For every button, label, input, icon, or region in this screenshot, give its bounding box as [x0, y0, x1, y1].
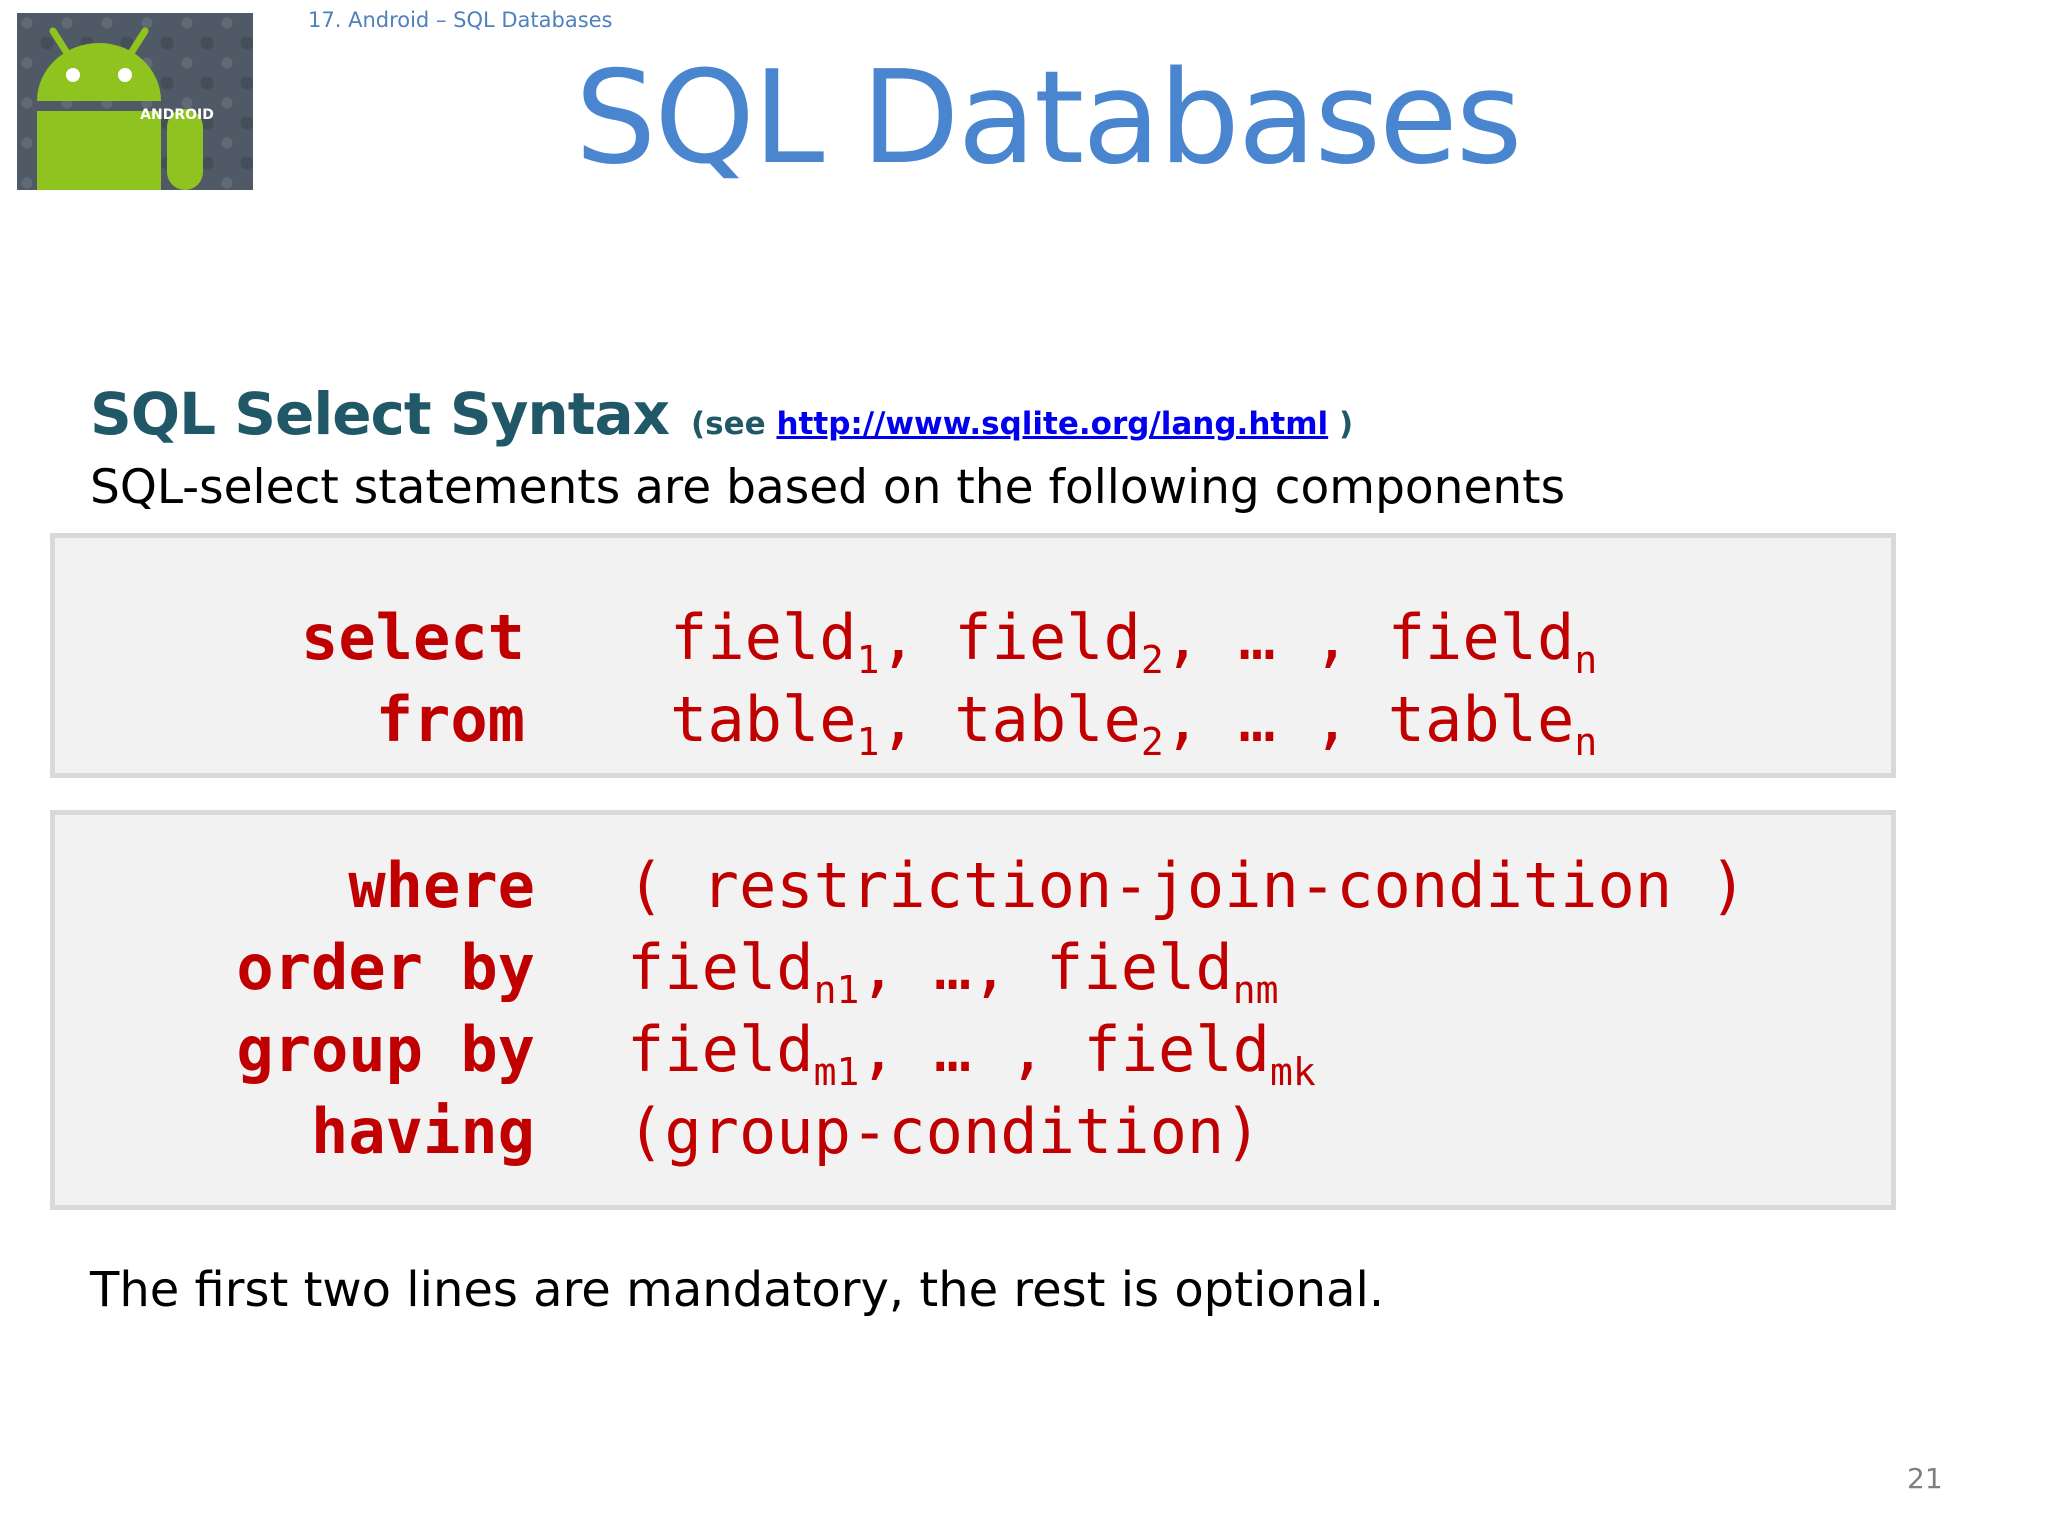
- sql-term: table: [954, 683, 1141, 756]
- sql-separator: , …,: [859, 931, 1047, 1004]
- sql-clause-args: table1, table2, … , tablen: [670, 679, 1597, 761]
- sql-keyword: order by: [236, 931, 535, 1004]
- section-title: SQL Select Syntax: [90, 380, 670, 448]
- sql-term-subscript: 1: [856, 720, 880, 764]
- see-suffix: ): [1338, 406, 1354, 442]
- sql-term-subscript: 1: [856, 638, 880, 682]
- sql-term: field: [1046, 931, 1233, 1004]
- sql-term: table: [1387, 683, 1575, 756]
- sql-clause-args: fieldn1, …, fieldnm: [627, 927, 1278, 1009]
- sql-term: field: [670, 601, 857, 674]
- sql-keyword: group by: [236, 1013, 535, 1086]
- sql-term-subscript: n1: [813, 968, 860, 1012]
- intro-text: SQL-select statements are based on the f…: [90, 460, 1566, 515]
- sql-keyword: having: [311, 1095, 535, 1168]
- sql-term: (group-condition): [627, 1095, 1262, 1168]
- sql-clause-args: ( restriction-join-condition ): [627, 845, 1747, 927]
- android-logo: ANDROID: [17, 13, 253, 190]
- sql-term: ( restriction-join-condition ): [627, 849, 1747, 922]
- section-heading: SQL Select Syntax (see http://www.sqlite.…: [90, 380, 1353, 448]
- sqlite-docs-link[interactable]: http://www.sqlite.org/lang.html: [776, 406, 1328, 442]
- sql-keyword: select: [301, 601, 525, 674]
- sql-term-subscript: n: [1574, 638, 1598, 682]
- sql-term: field: [1083, 1013, 1271, 1086]
- sql-term-subscript: mk: [1270, 1050, 1316, 1094]
- android-wordmark: ANDROID: [140, 107, 214, 123]
- sql-term: field: [954, 601, 1141, 674]
- sql-term: field: [627, 1013, 814, 1086]
- sql-term: table: [670, 683, 857, 756]
- page-number: 21: [1907, 1462, 1943, 1495]
- sql-term-subscript: nm: [1232, 968, 1279, 1012]
- see-prefix: (see: [691, 406, 766, 442]
- sql-clause-args: field1, field2, … , fieldn: [670, 597, 1597, 679]
- sql-term-subscript: m1: [813, 1050, 860, 1094]
- sql-keyword: where: [348, 849, 535, 922]
- sql-clause-args: fieldm1, … , fieldmk: [627, 1009, 1316, 1091]
- sql-separator: , … ,: [1163, 601, 1388, 674]
- sql-term-subscript: n: [1574, 720, 1598, 764]
- see-reference: (see http://www.sqlite.org/lang.html ): [691, 406, 1353, 442]
- sql-separator: , … ,: [1163, 683, 1388, 756]
- sql-separator: ,: [879, 683, 955, 756]
- sql-keyword: from: [375, 683, 525, 756]
- sql-term-subscript: 2: [1140, 638, 1164, 682]
- sql-separator: ,: [879, 601, 955, 674]
- slide-title: SQL Databases: [575, 44, 1522, 193]
- sql-term-subscript: 2: [1140, 720, 1164, 764]
- slide-breadcrumb: 17. Android – SQL Databases: [308, 8, 613, 32]
- android-robot-icon: ANDROID: [37, 27, 214, 190]
- sql-clause-args: (group-condition): [627, 1091, 1262, 1173]
- sql-term: field: [627, 931, 814, 1004]
- footer-note: The first two lines are mandatory, the r…: [90, 1262, 1385, 1318]
- sql-separator: , … ,: [859, 1013, 1084, 1086]
- sql-term: field: [1387, 601, 1575, 674]
